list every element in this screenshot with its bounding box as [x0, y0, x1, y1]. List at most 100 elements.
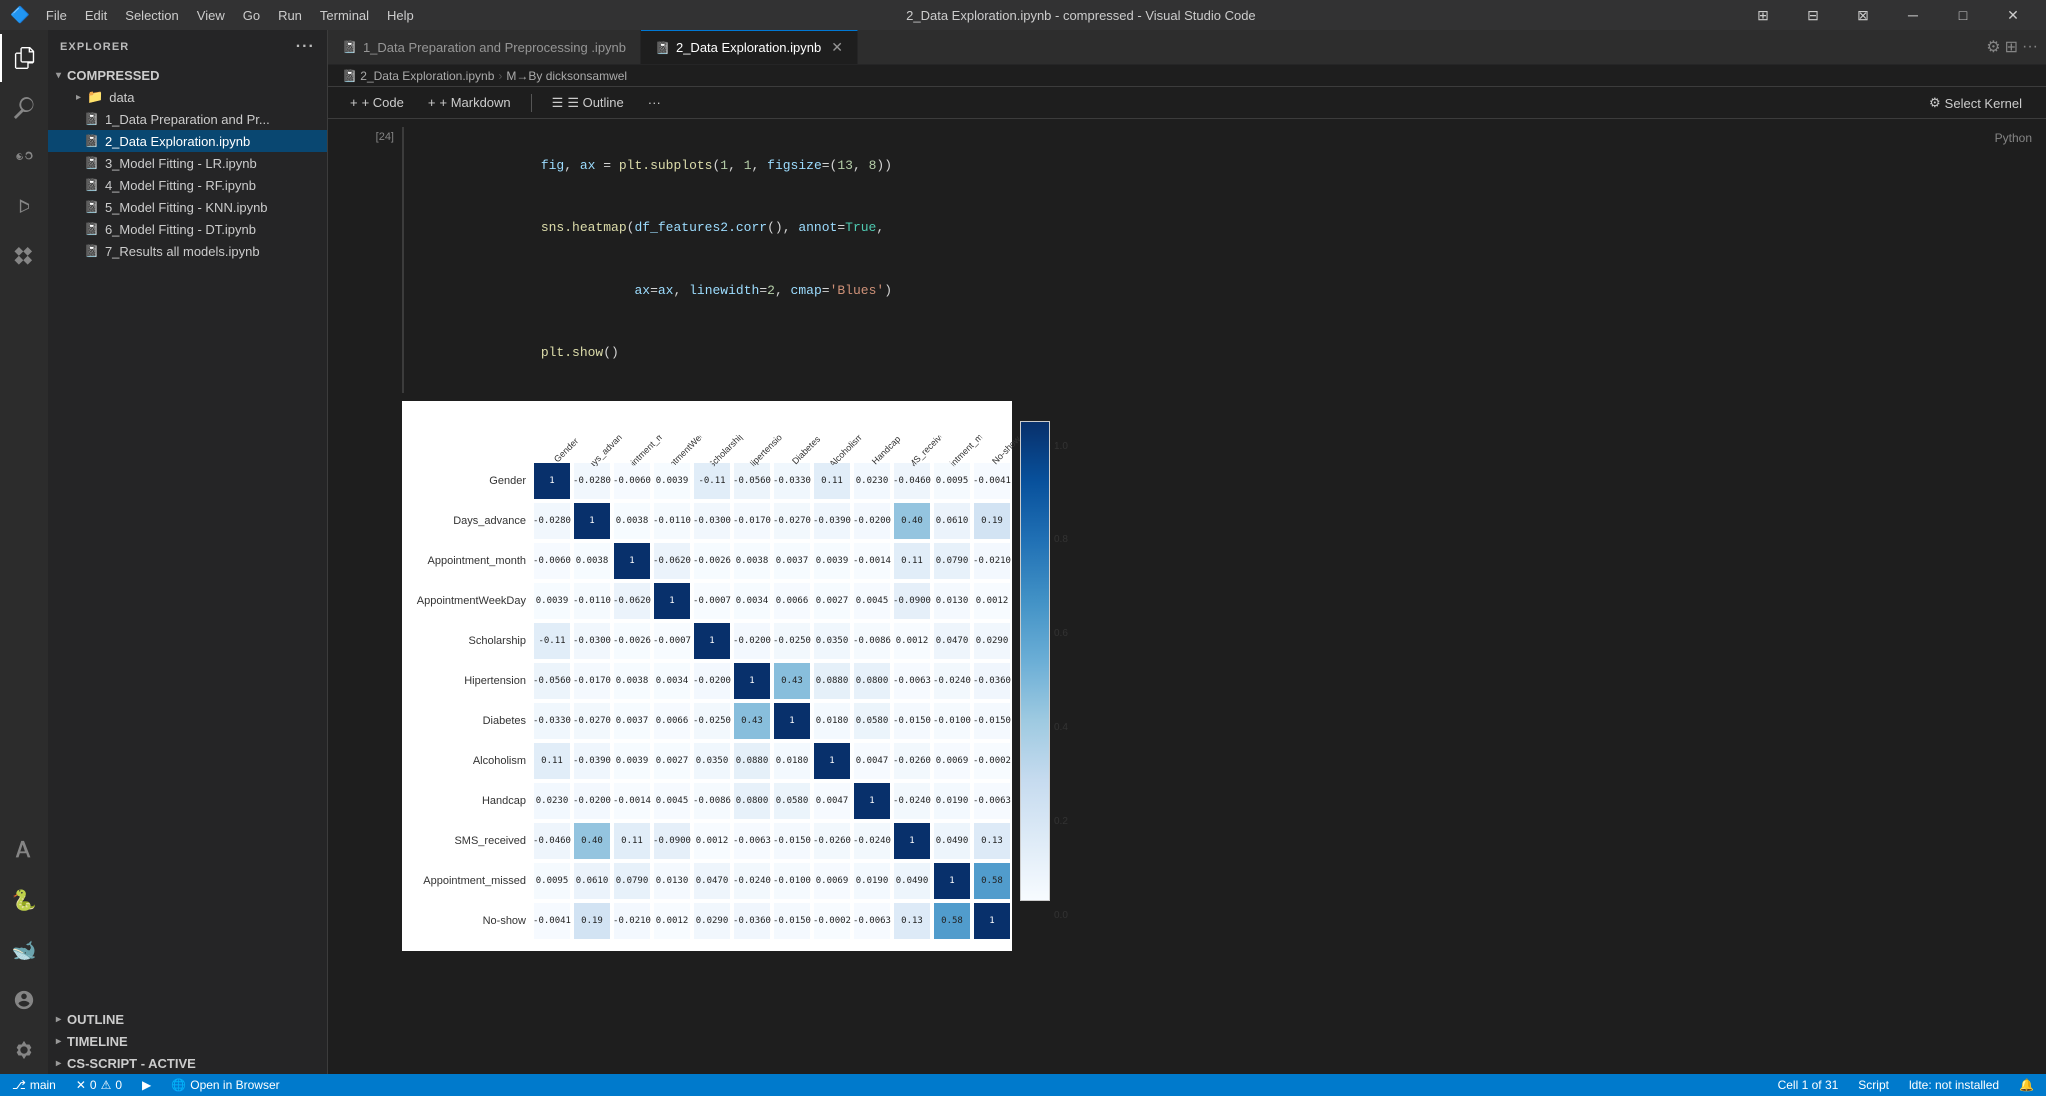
cell-info-btn[interactable]: Cell 1 of 31 [1774, 1078, 1843, 1092]
editor-more-icon[interactable]: ··· [2022, 38, 2038, 56]
cb-label-1: 1.0 [1054, 441, 1068, 452]
select-kernel-btn[interactable]: ⚙ Select Kernel [1919, 87, 2032, 119]
menu-help[interactable]: Help [379, 6, 422, 25]
window-split-btn[interactable]: ⊟ [1790, 0, 1836, 30]
heatmap-cell-9-1: 0.40 [572, 821, 612, 861]
app-layout: 🐍 🐋 EXPLORER ··· ▾ COMPRESSED ▸ 📁 data 📓… [0, 30, 2046, 1074]
sidebar-item-file7[interactable]: 📓 7_Results all models.ipynb [48, 240, 327, 262]
menu-file[interactable]: File [38, 6, 75, 25]
run-btn[interactable]: ▶ [138, 1078, 155, 1092]
sidebar-file3-label: 3_Model Fitting - LR.ipynb [105, 156, 257, 171]
sidebar-item-file6[interactable]: 📓 6_Model Fitting - DT.ipynb [48, 218, 327, 240]
branch-icon: ⎇ [12, 1078, 26, 1092]
cell-info: Cell 1 of 31 [1778, 1078, 1839, 1092]
cell-output: GenderDays_advanceAppointment_monthAppoi… [388, 393, 2046, 951]
activity-settings[interactable] [0, 1026, 48, 1074]
browser-btn[interactable]: 🌐 Open in Browser [167, 1078, 283, 1092]
menu-go[interactable]: Go [235, 6, 268, 25]
menu-terminal[interactable]: Terminal [312, 6, 377, 25]
sidebar-item-file3[interactable]: 📓 3_Model Fitting - LR.ipynb [48, 152, 327, 174]
language-btn[interactable]: Script [1854, 1078, 1893, 1092]
activity-testing[interactable] [0, 826, 48, 874]
menu-view[interactable]: View [189, 6, 233, 25]
heatmap-cell-4-3: -0.0007 [652, 621, 692, 661]
sidebar-item-data[interactable]: ▸ 📁 data [48, 86, 327, 108]
activity-docker[interactable]: 🐋 [0, 926, 48, 974]
window-close[interactable]: ✕ [1990, 0, 2036, 30]
heatmap-cell-0-0: 1 [532, 461, 572, 501]
sidebar-more-btn[interactable]: ··· [296, 38, 315, 56]
more-toolbar-btn[interactable]: ··· [640, 93, 669, 112]
heatmap-output: GenderDays_advanceAppointment_monthAppoi… [402, 401, 2032, 951]
titlebar: 🔷 File Edit Selection View Go Run Termin… [0, 0, 2046, 30]
heatmap-cell-6-3: 0.0066 [652, 701, 692, 741]
kernel-status-btn[interactable]: ldte: not installed [1905, 1078, 2003, 1092]
notifications-btn[interactable]: 🔔 [2015, 1078, 2038, 1092]
outline-btn[interactable]: ☰ ☰ Outline [544, 93, 632, 113]
breadcrumb-file[interactable]: 📓 2_Data Exploration.ipynb [342, 69, 494, 83]
heatmap-cell-10-1: 0.0610 [572, 861, 612, 901]
errors-btn[interactable]: ✕ 0 ⚠ 0 [72, 1078, 126, 1092]
tab-file1[interactable]: 📓 1_Data Preparation and Preprocessing .… [328, 30, 641, 64]
heatmap-cell-3-10: 0.0130 [932, 581, 972, 621]
cell-number: [24] [342, 127, 402, 143]
heatmap-cell-10-11: 0.58 [972, 861, 1012, 901]
editor-layout-icon[interactable]: ⚙ [1986, 37, 2000, 57]
activity-extensions[interactable] [0, 234, 48, 282]
tab-file2[interactable]: 📓 2_Data Exploration.ipynb ✕ [641, 30, 858, 64]
sidebar-item-file5[interactable]: 📓 5_Model Fitting - KNN.ipynb [48, 196, 327, 218]
sidebar-outline[interactable]: ▸ OUTLINE [48, 1008, 327, 1030]
heatmap-cell-1-1: 1 [572, 501, 612, 541]
more-toolbar-icon: ··· [648, 95, 661, 110]
heatmap-cell-11-6: -0.0150 [772, 901, 812, 941]
menu-edit[interactable]: Edit [77, 6, 115, 25]
add-markdown-btn[interactable]: + + Markdown [420, 93, 519, 112]
heatmap-cell-5-8: 0.0800 [852, 661, 892, 701]
sidebar-item-file4[interactable]: 📓 4_Model Fitting - RF.ipynb [48, 174, 327, 196]
sidebar-file6-label: 6_Model Fitting - DT.ipynb [105, 222, 256, 237]
window-maximize[interactable]: □ [1940, 0, 1986, 30]
sidebar-file5-label: 5_Model Fitting - KNN.ipynb [105, 200, 268, 215]
status-bar: ⎇ main ✕ 0 ⚠ 0 ▶ 🌐 Open in Browser Cell … [0, 1074, 2046, 1096]
sidebar-item-file1[interactable]: 📓 1_Data Preparation and Pr... [48, 108, 327, 130]
breadcrumb-section[interactable]: M→By dicksonsamwel [506, 69, 627, 83]
window-minimize[interactable]: ─ [1890, 0, 1936, 30]
warning-icon: ⚠ [101, 1078, 112, 1092]
window-layout-btn[interactable]: ⊞ [1740, 0, 1786, 30]
activity-search[interactable] [0, 84, 48, 132]
branch-label: main [30, 1078, 56, 1092]
git-branch-btn[interactable]: ⎇ main [8, 1078, 60, 1092]
heatmap-cell-3-4: -0.0007 [692, 581, 732, 621]
heatmap-cell-10-10: 1 [932, 861, 972, 901]
heatmap-cell-3-5: 0.0034 [732, 581, 772, 621]
window-panels-btn[interactable]: ⊠ [1840, 0, 1886, 30]
activity-account[interactable] [0, 976, 48, 1024]
cell-content[interactable]: fig, ax = plt.subplots(1, 1, figsize=(13… [402, 127, 1987, 393]
kernel-status-label: ldte: not installed [1909, 1078, 1999, 1092]
tab-close-btn[interactable]: ✕ [831, 39, 843, 56]
heatmap-cell-1-6: -0.0270 [772, 501, 812, 541]
sidebar-item-file2[interactable]: 📓 2_Data Exploration.ipynb [48, 130, 327, 152]
code-line-1: fig, ax = plt.subplots(1, 1, figsize=(13… [416, 135, 1975, 197]
heatmap-cell-9-11: 0.13 [972, 821, 1012, 861]
heatmap-cell-6-2: 0.0037 [612, 701, 652, 741]
sidebar-folder-compressed[interactable]: ▾ COMPRESSED [48, 64, 327, 86]
heatmap-cell-2-0: -0.0060 [532, 541, 572, 581]
activity-run[interactable] [0, 184, 48, 232]
sidebar-timeline[interactable]: ▸ TIMELINE [48, 1030, 327, 1052]
menu-run[interactable]: Run [270, 6, 310, 25]
heatmap-cell-4-10: 0.0470 [932, 621, 972, 661]
activity-explorer[interactable] [0, 34, 48, 82]
activity-source-control[interactable] [0, 134, 48, 182]
activity-python[interactable]: 🐍 [0, 876, 48, 924]
sidebar-csscript[interactable]: ▸ CS-SCRIPT - ACTIVE [48, 1052, 327, 1074]
heatmap-cell-9-10: 0.0490 [932, 821, 972, 861]
cb-label-4: 0.4 [1054, 722, 1068, 733]
menu-selection[interactable]: Selection [117, 6, 186, 25]
code-editor[interactable]: fig, ax = plt.subplots(1, 1, figsize=(13… [402, 127, 1987, 393]
chevron-right-icon: ▸ [76, 92, 81, 103]
heatmap-cell-0-7: 0.11 [812, 461, 852, 501]
add-code-btn[interactable]: + + Code [342, 93, 412, 112]
editor-split-icon[interactable]: ⊞ [2005, 37, 2018, 57]
heatmap-cell-9-6: -0.0150 [772, 821, 812, 861]
